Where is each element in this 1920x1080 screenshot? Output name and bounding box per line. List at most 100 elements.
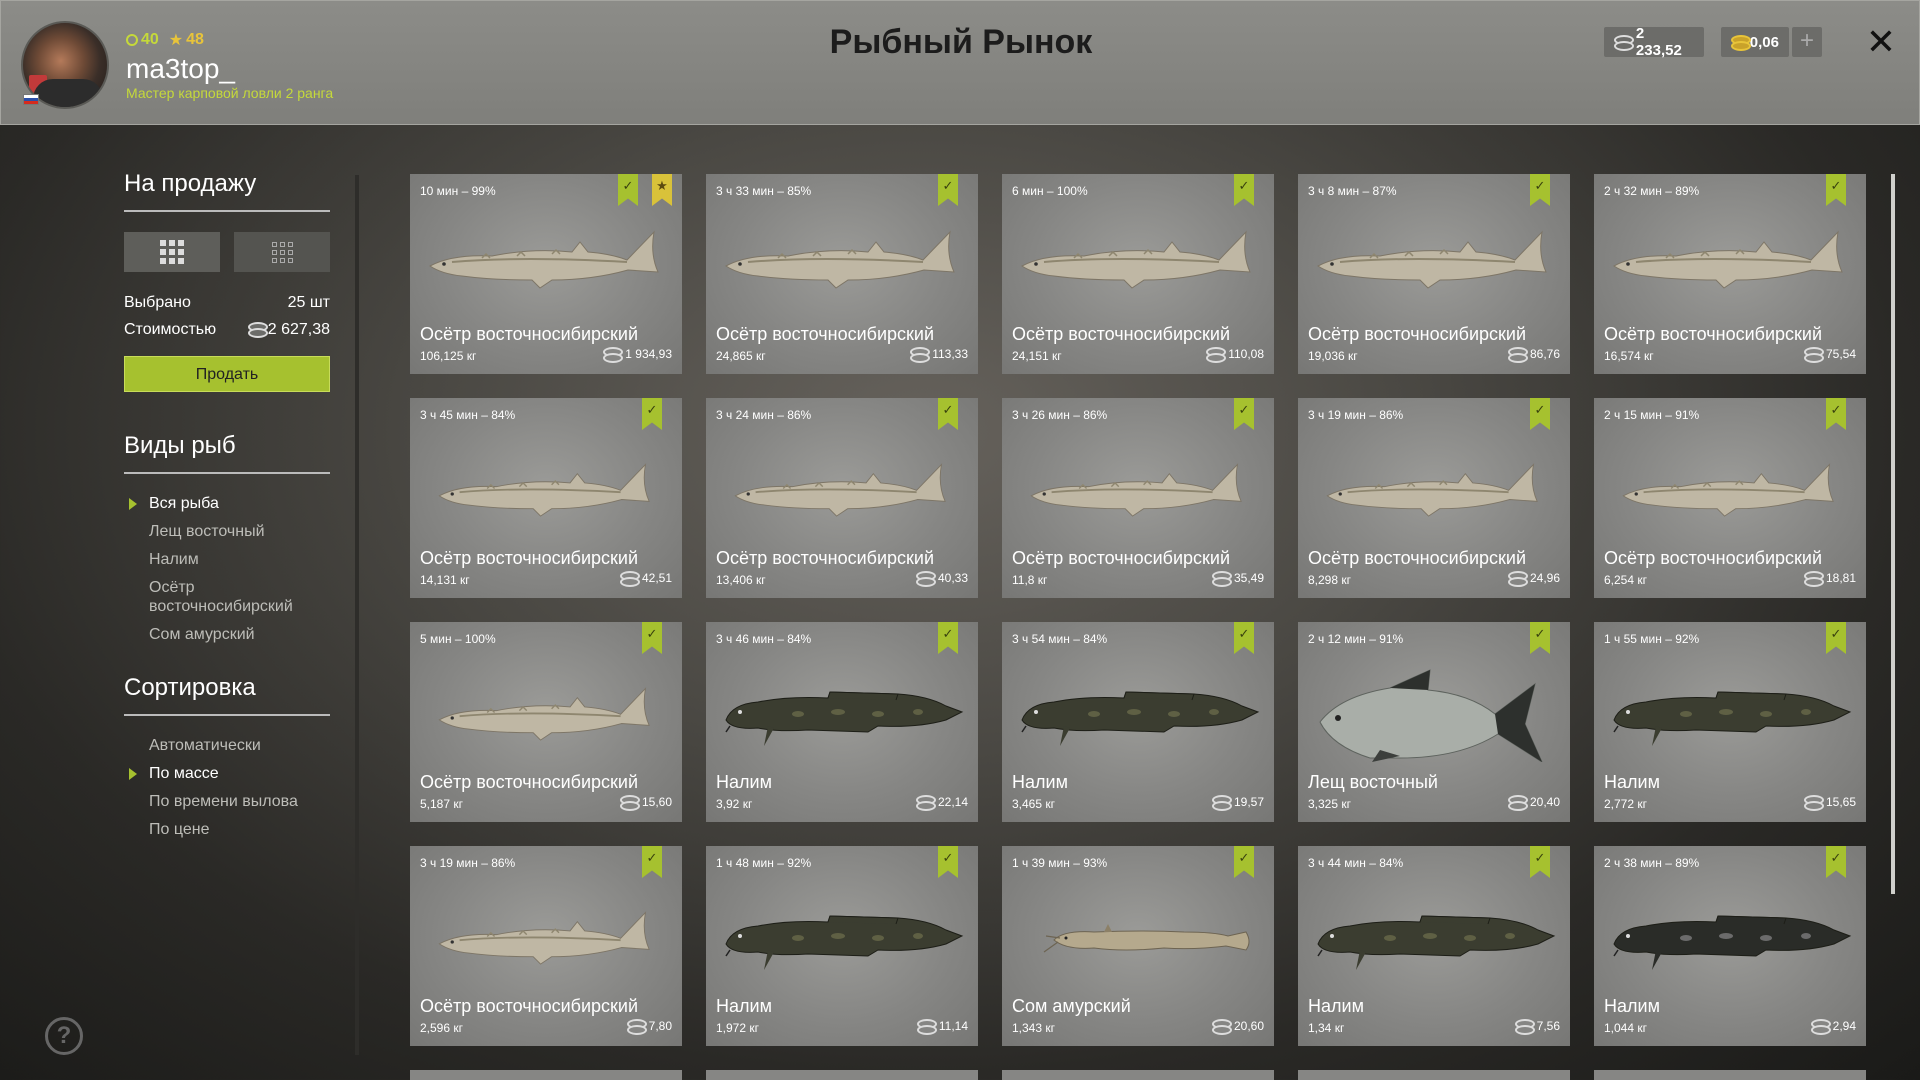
fish-card[interactable]: 2 ч 38 мин – 89% ✓ Налим 1,044 кг 2,94 (1594, 846, 1866, 1046)
partial-card (706, 1070, 978, 1080)
selected-check-icon[interactable]: ✓ (938, 174, 958, 206)
silver-coin-icon (1507, 571, 1528, 587)
fish-card[interactable]: 3 ч 26 мин – 86% ✓ Осётр восточносибирск… (1002, 398, 1274, 598)
fish-price: 22,14 (915, 795, 968, 811)
species-filter-item[interactable]: Сом амурский (124, 625, 330, 644)
fish-card[interactable]: 3 ч 33 мин – 85% ✓ Осётр восточносибирск… (706, 174, 978, 374)
selected-check-icon[interactable]: ✓ (642, 398, 662, 430)
species-filter-item[interactable]: Лещ восточный (124, 522, 330, 541)
selected-count: Выбрано 25 шт (124, 294, 330, 312)
small-grid-view-button[interactable] (234, 232, 330, 272)
fish-weight: 3,92 кг (716, 797, 753, 811)
fish-card[interactable]: 1 ч 48 мин – 92% ✓ Налим 1,972 кг 11,14 (706, 846, 978, 1046)
favorite-star-icon[interactable]: ★ (652, 174, 672, 206)
fish-weight: 2,772 кг (1604, 797, 1647, 811)
species-filter-item[interactable]: Вся рыба (124, 494, 330, 513)
fish-card[interactable]: 10 мин – 99% ✓ ★ Осётр восточносибирский… (410, 174, 682, 374)
fish-name: Лещ восточный (1308, 772, 1438, 792)
fish-name: Осётр восточносибирский (716, 324, 935, 344)
fish-card[interactable]: 3 ч 45 мин – 84% ✓ Осётр восточносибирск… (410, 398, 682, 598)
species-filter-item[interactable]: Налим (124, 550, 330, 569)
sort-option[interactable]: По времени вылова (124, 792, 330, 811)
sort-option[interactable]: По цене (124, 820, 330, 839)
silver-coin-icon (916, 1019, 937, 1035)
small-grid-icon (271, 241, 293, 263)
fish-grid: 10 мин – 99% ✓ ★ Осётр восточносибирский… (410, 174, 1866, 1046)
sturgeon-fish-icon (1014, 438, 1264, 538)
selected-check-icon[interactable]: ✓ (938, 398, 958, 430)
sort-option[interactable]: По массе (124, 764, 330, 783)
large-grid-view-button[interactable] (124, 232, 220, 272)
silver-coin-icon (1803, 571, 1824, 587)
level-stat: 40 (126, 30, 159, 50)
fish-card[interactable]: 5 мин – 100% ✓ Осётр восточносибирский 5… (410, 622, 682, 822)
fish-price: 7,56 (1514, 1019, 1560, 1035)
fish-name: Налим (1012, 772, 1068, 792)
fish-card[interactable]: 3 ч 54 мин – 84% ✓ Налим 3,465 кг 19,57 (1002, 622, 1274, 822)
cost-value: 2 627,38 (267, 321, 330, 338)
fish-weight: 11,8 кг (1012, 573, 1048, 587)
fish-card[interactable]: 1 ч 39 мин – 93% ✓ Сом амурский 1,343 кг… (1002, 846, 1274, 1046)
fish-name: Осётр восточносибирский (1604, 548, 1823, 568)
selected-check-icon[interactable]: ✓ (1826, 846, 1846, 878)
fish-card[interactable]: 3 ч 19 мин – 86% ✓ Осётр восточносибирск… (1298, 398, 1570, 598)
selected-check-icon[interactable]: ✓ (1234, 846, 1254, 878)
scrollbar[interactable] (1891, 174, 1895, 894)
stars-value: 48 (186, 31, 204, 48)
selected-check-icon[interactable]: ✓ (1530, 174, 1550, 206)
species-filter-item[interactable]: Осётр восточносибирский (124, 578, 330, 616)
sell-button[interactable]: Продать (124, 356, 330, 392)
catch-time: 3 ч 19 мин – 86% (420, 856, 516, 870)
selected-check-icon[interactable]: ✓ (618, 174, 638, 206)
price-value: 22,14 (937, 795, 968, 809)
fish-price: 42,51 (619, 571, 672, 587)
selected-check-icon[interactable]: ✓ (1234, 622, 1254, 654)
selected-check-icon[interactable]: ✓ (938, 622, 958, 654)
catch-time: 10 мин – 99% (420, 184, 496, 198)
fish-price: 20,40 (1507, 795, 1560, 811)
fish-name: Осётр восточносибирский (420, 996, 639, 1016)
close-icon[interactable]: ✕ (1863, 19, 1899, 65)
fish-price: 15,65 (1803, 795, 1856, 811)
fish-weight: 1,34 кг (1308, 1021, 1345, 1035)
burbot-fish-icon (718, 662, 968, 762)
fish-card[interactable]: 2 ч 12 мин – 91% ✓ Лещ восточный 3,325 к… (1298, 622, 1570, 822)
fish-price: 20,60 (1211, 1019, 1264, 1035)
fish-card[interactable]: 3 ч 44 мин – 84% ✓ Налим 1,34 кг 7,56 (1298, 846, 1570, 1046)
selected-check-icon[interactable]: ✓ (938, 846, 958, 878)
fish-card[interactable]: 3 ч 46 мин – 84% ✓ Налим 3,92 кг 22,14 (706, 622, 978, 822)
add-currency-button[interactable]: + (1792, 27, 1822, 57)
catch-time: 3 ч 8 мин – 87% (1308, 184, 1397, 198)
catch-time: 1 ч 55 мин – 92% (1604, 632, 1700, 646)
fish-card[interactable]: 6 мин – 100% ✓ Осётр восточносибирский 2… (1002, 174, 1274, 374)
sturgeon-fish-icon (1606, 214, 1856, 314)
selected-check-icon[interactable]: ✓ (1826, 398, 1846, 430)
fish-weight: 1,044 кг (1604, 1021, 1647, 1035)
silver-coin-icon (915, 795, 936, 811)
price-value: 75,54 (1825, 347, 1856, 361)
fish-card[interactable]: 2 ч 32 мин – 89% ✓ Осётр восточносибирск… (1594, 174, 1866, 374)
selected-check-icon[interactable]: ✓ (1234, 398, 1254, 430)
selected-check-icon[interactable]: ✓ (1530, 398, 1550, 430)
silver-coin-icon (1803, 795, 1824, 811)
fish-card[interactable]: 1 ч 55 мин – 92% ✓ Налим 2,772 кг 15,65 (1594, 622, 1866, 822)
selected-check-icon[interactable]: ✓ (642, 846, 662, 878)
selected-check-icon[interactable]: ✓ (1530, 846, 1550, 878)
selected-check-icon[interactable]: ✓ (1826, 174, 1846, 206)
price-value: 1 934,93 (625, 347, 672, 361)
selected-check-icon[interactable]: ✓ (642, 622, 662, 654)
fish-card[interactable]: 2 ч 15 мин – 91% ✓ Осётр восточносибирск… (1594, 398, 1866, 598)
sort-option[interactable]: Автоматически (124, 736, 330, 755)
fish-card[interactable]: 3 ч 24 мин – 86% ✓ Осётр восточносибирск… (706, 398, 978, 598)
catch-time: 3 ч 26 мин – 86% (1012, 408, 1108, 422)
selected-check-icon[interactable]: ✓ (1826, 622, 1846, 654)
fish-card[interactable]: 3 ч 19 мин – 86% ✓ Осётр восточносибирск… (410, 846, 682, 1046)
fish-name: Налим (716, 996, 772, 1016)
fish-weight: 1,343 кг (1012, 1021, 1055, 1035)
catch-time: 2 ч 12 мин – 91% (1308, 632, 1404, 646)
selected-check-icon[interactable]: ✓ (1234, 174, 1254, 206)
price-value: 11,14 (938, 1019, 968, 1033)
fish-card[interactable]: 3 ч 8 мин – 87% ✓ Осётр восточносибирски… (1298, 174, 1570, 374)
selected-check-icon[interactable]: ✓ (1530, 622, 1550, 654)
help-icon[interactable]: ? (45, 1017, 83, 1055)
